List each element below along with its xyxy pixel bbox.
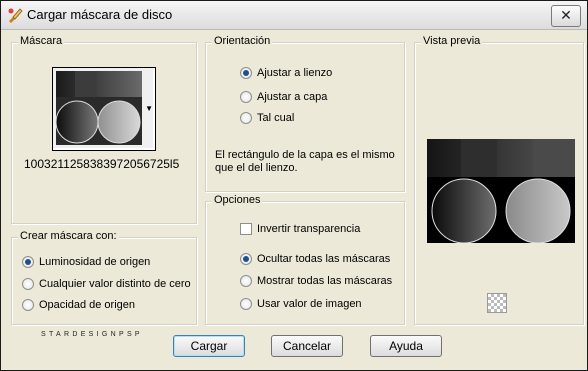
mask-thumbnail-dropdown[interactable]: ▼ [52,67,156,151]
mask-thumbnail-image [53,68,153,148]
radio-label: Ocultar todas las máscaras [257,253,391,265]
radio-source-opacity[interactable]: Opacidad de origen [22,297,135,313]
radio-button[interactable] [240,275,252,287]
mask-group: Máscara ▼ 1003211258383972056725l5 [11,35,197,224]
invert-transparency-checkbox-row[interactable]: Invertir transparencia [240,221,360,237]
orientation-note: El rectángulo de la capa es el mismo que… [215,149,395,174]
radio-button[interactable] [240,91,252,103]
radio-label: Luminosidad de origen [39,256,151,268]
radio-use-image-value[interactable]: Usar valor de imagen [240,296,362,312]
invert-transparency-checkbox[interactable] [240,223,252,235]
title-bar[interactable]: Cargar máscara de disco ✕ [1,1,587,30]
mask-filename: 1003211258383972056725l5 [24,157,180,171]
orientation-group-label: Orientación [212,35,273,47]
radio-label: Ajustar a lienzo [257,67,333,79]
radio-button[interactable] [22,299,34,311]
radio-fit-canvas[interactable]: Ajustar a lienzo [240,65,332,81]
checkerboard-icon[interactable] [487,293,507,313]
radio-button[interactable] [22,256,34,268]
radio-button[interactable] [240,253,252,265]
radio-label: Ajustar a capa [257,91,328,103]
chevron-down-icon[interactable]: ▼ [145,104,153,113]
create-mask-group: Crear máscara con: Luminosidad de origen… [11,230,197,325]
radio-as-is[interactable]: Tal cual [240,110,294,126]
close-button[interactable]: ✕ [551,5,581,27]
create-mask-group-label: Crear máscara con: [18,230,119,242]
radio-fit-layer[interactable]: Ajustar a capa [240,89,327,105]
load-button[interactable]: Cargar [173,335,245,357]
preview-image [427,139,575,244]
radio-label: Tal cual [257,112,295,124]
window-title: Cargar máscara de disco [27,7,173,22]
options-group-label: Opciones [212,194,263,206]
help-button[interactable]: Ayuda [370,335,442,357]
app-brush-icon [8,8,23,23]
radio-any-nonzero[interactable]: Cualquier valor distinto de cero [22,276,191,292]
radio-label: Usar valor de imagen [257,298,362,310]
dialog-window: Cargar máscara de disco ✕ Máscara ▼ 1003… [0,0,588,371]
orientation-group: Orientación Ajustar a lienzo Ajustar a c… [205,35,405,192]
checkbox-label: Invertir transparencia [257,223,361,235]
radio-button[interactable] [240,112,252,124]
options-group: Opciones Invertir transparencia Ocultar … [205,194,405,325]
radio-label: Opacidad de origen [39,299,136,311]
radio-button[interactable] [240,67,252,79]
mask-group-label: Máscara [18,35,65,47]
radio-button[interactable] [22,278,34,290]
preview-group-label: Vista previa [421,35,483,47]
watermark: STARDESIGNPSP [41,331,143,338]
radio-button[interactable] [240,298,252,310]
radio-hide-all-masks[interactable]: Ocultar todas las máscaras [240,251,390,267]
cancel-button[interactable]: Cancelar [271,335,343,357]
radio-source-luminance[interactable]: Luminosidad de origen [22,254,150,270]
radio-label: Mostrar todas las máscaras [257,275,393,287]
preview-group: Vista previa [414,35,584,325]
radio-label: Cualquier valor distinto de cero [39,278,191,290]
radio-show-all-masks[interactable]: Mostrar todas las máscaras [240,273,392,289]
